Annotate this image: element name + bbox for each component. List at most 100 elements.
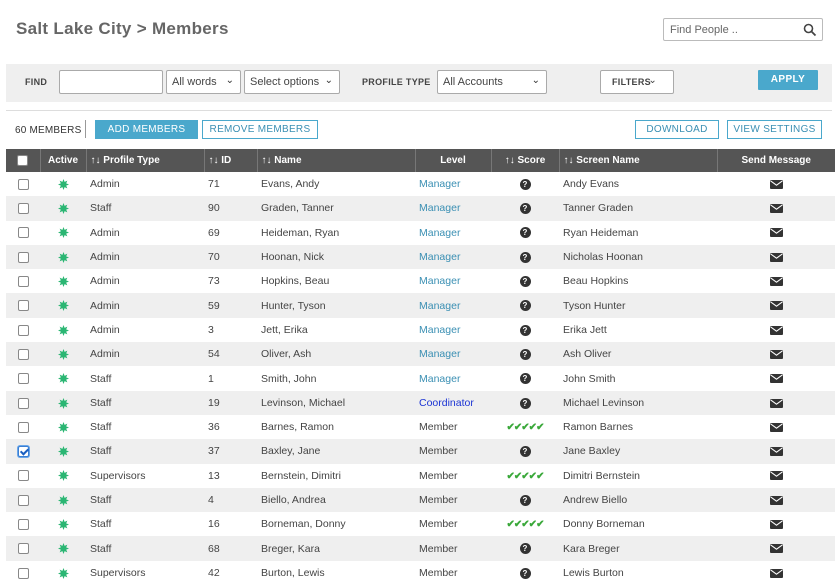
active-cell (40, 196, 86, 221)
question-circle-icon: ? (519, 178, 531, 190)
envelope-icon[interactable] (769, 349, 783, 359)
table-row: Supervisors 42 Burton, Lewis Member? Lewis B… (6, 561, 835, 585)
envelope-icon[interactable] (769, 277, 783, 287)
select-all-checkbox[interactable] (17, 154, 29, 166)
level-value[interactable]: Manager (419, 300, 460, 312)
active-burst-icon (57, 300, 69, 312)
envelope-icon[interactable] (769, 204, 783, 214)
column-profile-type[interactable]: ↑↓ Profile Type (86, 149, 205, 172)
envelope-icon[interactable] (769, 301, 783, 311)
envelope-icon[interactable] (769, 252, 783, 262)
level-value[interactable]: Manager (419, 202, 460, 214)
score-cell: ✔✔✔✔✔ (491, 415, 559, 439)
screen-name-cell: John Smith (563, 372, 616, 385)
level-value[interactable]: Manager (419, 227, 460, 239)
find-input[interactable] (59, 70, 163, 94)
active-cell (40, 342, 86, 367)
active-cell (40, 464, 86, 488)
envelope-icon[interactable] (769, 374, 783, 384)
active-burst-icon (57, 543, 69, 555)
envelope-icon[interactable] (769, 325, 783, 335)
remove-members-button[interactable]: REMOVE MEMBERS (202, 120, 318, 139)
level-value[interactable]: Manager (419, 348, 460, 360)
name-cell: Oliver, Ash (257, 342, 415, 367)
level-value[interactable]: Manager (419, 275, 460, 287)
active-burst-icon (57, 470, 69, 482)
row-checkbox[interactable] (17, 348, 29, 360)
row-checkbox[interactable] (17, 543, 29, 555)
question-circle-icon: ? (519, 203, 531, 215)
options-select[interactable]: Select options ⌄ (244, 70, 340, 94)
row-checkbox[interactable] (17, 203, 29, 215)
envelope-icon[interactable] (769, 471, 783, 481)
level-value[interactable]: Manager (419, 324, 460, 336)
find-people-input[interactable] (664, 19, 794, 40)
row-checkbox[interactable] (17, 227, 29, 239)
envelope-icon[interactable] (769, 544, 783, 554)
table-row: Admin 54 Oliver, Ash Manager? Ash Oliver (6, 342, 835, 367)
screen-name-cell: Erika Jett (563, 323, 607, 336)
search-icon[interactable] (803, 23, 817, 37)
row-checkbox[interactable] (17, 470, 29, 482)
level-value: Member (419, 518, 458, 531)
add-members-button[interactable]: ADD MEMBERS (95, 120, 198, 139)
active-cell (40, 487, 86, 513)
score-cell: ? (491, 244, 559, 270)
column-id[interactable]: ↑↓ ID (204, 149, 258, 172)
row-checkbox[interactable] (17, 276, 29, 288)
name-cell: Hoonan, Nick (257, 244, 415, 270)
table-row: Admin 70 Hoonan, Nick Manager? Nicholas Hoon… (6, 244, 835, 270)
column-name[interactable]: ↑↓ Name (257, 149, 416, 172)
find-people-search[interactable] (663, 18, 823, 41)
envelope-icon[interactable] (769, 520, 783, 530)
filters-button[interactable]: FILTERS ⌄ (600, 70, 674, 94)
profile-type-cell: Staff (86, 536, 204, 561)
column-active[interactable]: Active (40, 149, 87, 172)
level-value[interactable]: Manager (419, 373, 460, 385)
active-cell (40, 366, 86, 390)
row-checkbox[interactable] (17, 251, 29, 263)
row-select-cell (6, 415, 40, 439)
level-value[interactable]: Manager (419, 251, 460, 263)
row-checkbox[interactable] (17, 373, 29, 385)
envelope-icon[interactable] (769, 568, 783, 578)
row-checkbox[interactable] (17, 178, 29, 190)
question-circle-icon: ? (519, 227, 531, 239)
send-message-cell (717, 366, 835, 390)
row-checkbox[interactable] (17, 494, 29, 506)
send-message-cell (717, 293, 835, 318)
active-cell (40, 172, 86, 196)
column-score[interactable]: ↑↓ Score (491, 149, 560, 172)
row-checkbox[interactable] (17, 397, 29, 409)
view-settings-button[interactable]: VIEW SETTINGS (727, 120, 822, 139)
row-checkbox[interactable] (17, 567, 29, 579)
envelope-icon[interactable] (769, 422, 783, 432)
profile-type-cell: Admin (90, 178, 120, 191)
active-cell (40, 221, 86, 245)
column-screen-name[interactable]: ↑↓ Screen Name (559, 149, 718, 172)
envelope-icon[interactable] (769, 447, 783, 457)
download-button[interactable]: DOWNLOAD (635, 120, 719, 139)
level-value[interactable]: Manager (419, 178, 460, 190)
envelope-icon[interactable] (769, 179, 783, 189)
score-cell: ? (491, 390, 559, 415)
envelope-icon[interactable] (769, 398, 783, 408)
envelope-icon[interactable] (769, 495, 783, 505)
row-checkbox[interactable] (17, 324, 29, 336)
name-cell: Barnes, Ramon (261, 421, 334, 434)
row-checkbox[interactable] (17, 300, 29, 312)
screen-name-cell: Jane Baxley (559, 439, 717, 464)
level-value[interactable]: Coordinator (419, 397, 474, 409)
filters-label: FILTERS (612, 77, 651, 87)
table-row: Staff 4 Biello, Andrea Member? Andrew Biello (6, 487, 835, 513)
send-message-cell (717, 512, 835, 536)
envelope-icon[interactable] (769, 228, 783, 238)
find-label: FIND (25, 77, 48, 87)
row-checkbox[interactable] (17, 421, 29, 433)
accounts-select[interactable]: All Accounts ⌄ (437, 70, 547, 94)
row-checkbox[interactable] (17, 519, 29, 531)
words-select[interactable]: All words ⌄ (166, 70, 241, 94)
apply-button[interactable]: APPLY (758, 70, 818, 90)
id-cell: 36 (208, 421, 220, 434)
row-checkbox[interactable] (17, 446, 29, 458)
